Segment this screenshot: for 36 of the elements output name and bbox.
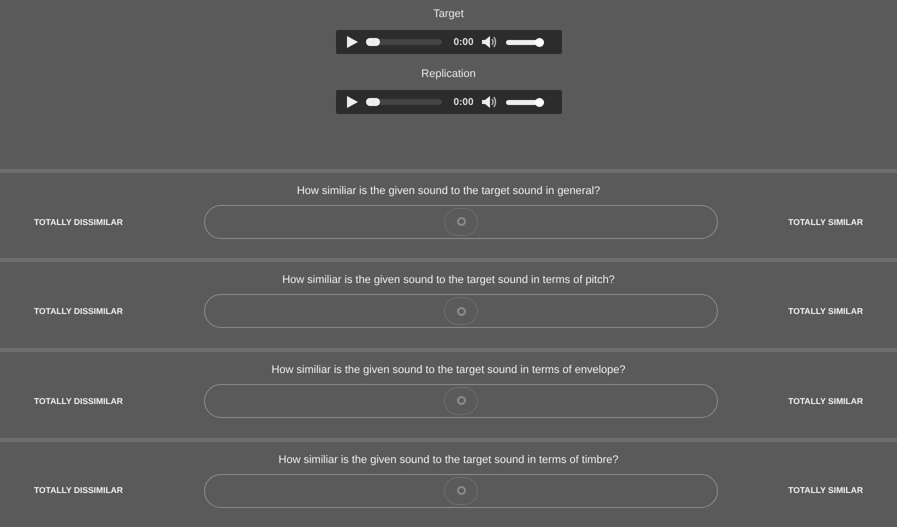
play-icon[interactable] — [346, 96, 358, 108]
slider-handle[interactable] — [444, 386, 478, 415]
slider-handle[interactable] — [444, 208, 478, 236]
question-text: How similiar is the given sound to the target sound in terms of pitch? — [282, 273, 615, 288]
scale-right-label: TOTALLY SIMILAR — [788, 394, 863, 408]
volume-track[interactable] — [506, 40, 544, 44]
time-display: 0:00 — [454, 96, 474, 110]
rating-slider[interactable] — [204, 384, 718, 418]
slider-handle[interactable] — [444, 476, 478, 504]
question-text: How similiar is the given sound to the target sound in terms of timbre? — [278, 452, 618, 468]
speaker-icon[interactable] — [482, 36, 498, 48]
progress-track[interactable] — [366, 99, 442, 105]
scale-right-label: TOTALLY SIMILAR — [788, 305, 863, 318]
progress-thumb[interactable] — [366, 38, 380, 46]
scale-right-label: TOTALLY SIMILAR — [788, 484, 863, 497]
play-icon[interactable] — [346, 36, 358, 48]
rating-slider[interactable] — [204, 204, 718, 239]
player-label: Replication — [421, 67, 476, 82]
rating-slider[interactable] — [204, 474, 718, 508]
speaker-icon[interactable] — [482, 96, 498, 108]
player-label: Target — [433, 7, 464, 22]
progress-thumb[interactable] — [366, 98, 380, 106]
scale-left-label: TOTALLY DISSIMILAR — [34, 305, 124, 318]
progress-track[interactable] — [366, 39, 442, 45]
volume-thumb[interactable] — [534, 38, 544, 46]
rating-slider[interactable] — [204, 294, 718, 328]
scale-left-label: TOTALLY DISSIMILAR — [34, 484, 124, 497]
time-display: 0:00 — [454, 36, 474, 50]
question-text: How similiar is the given sound to the target sound in terms of envelope? — [271, 362, 626, 378]
volume-track[interactable] — [506, 100, 544, 104]
question-text: How similiar is the given sound to the target sound in general? — [296, 184, 600, 199]
volume-thumb[interactable] — [534, 98, 544, 106]
scale-left-label: TOTALLY DISSIMILAR — [34, 394, 124, 408]
scale-right-label: TOTALLY SIMILAR — [788, 216, 863, 228]
slider-handle[interactable] — [444, 297, 478, 326]
scale-left-label: TOTALLY DISSIMILAR — [34, 216, 124, 228]
